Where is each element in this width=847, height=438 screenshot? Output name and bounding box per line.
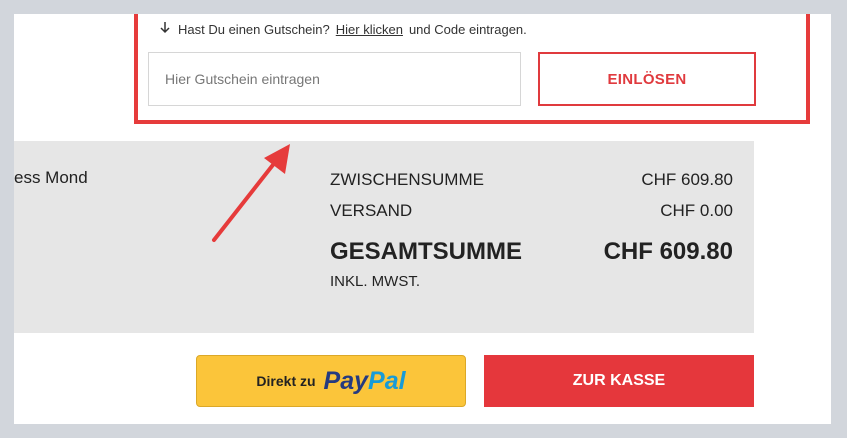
pointer-arrow-icon <box>212 144 290 242</box>
cart-panel: Hast Du einen Gutschein? Hier klicken un… <box>14 14 831 424</box>
